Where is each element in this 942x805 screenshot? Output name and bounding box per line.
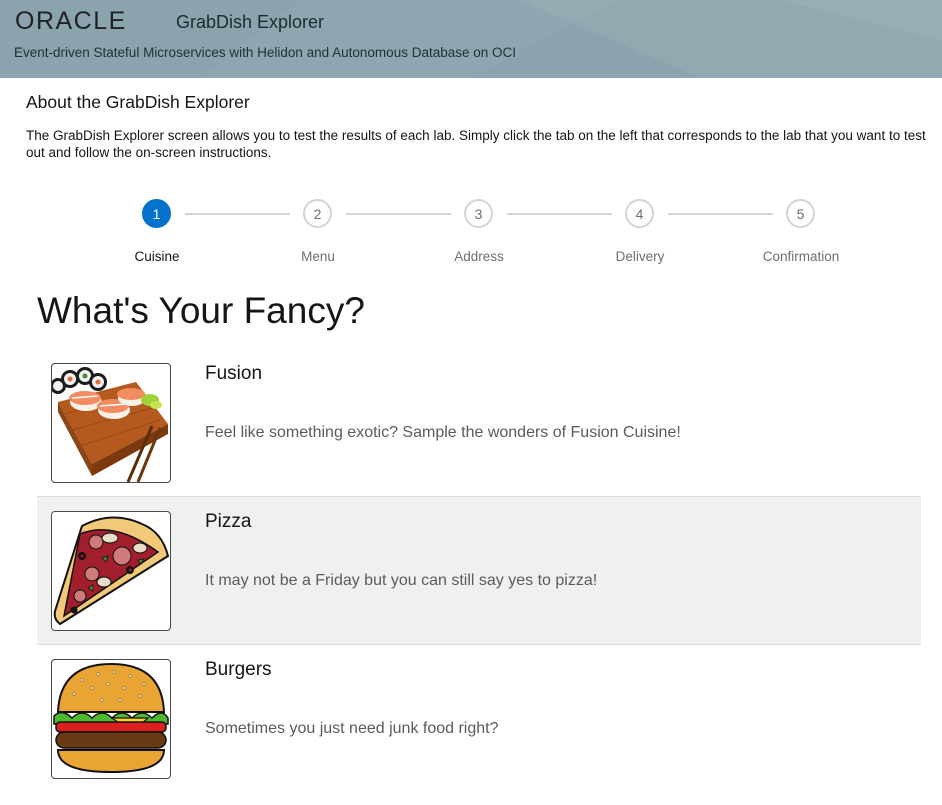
- step-connector: [668, 213, 773, 215]
- header-background-pattern: [200, 0, 942, 78]
- app-subtitle: Event-driven Stateful Microservices with…: [14, 45, 517, 60]
- about-title: About the GrabDish Explorer: [26, 92, 250, 112]
- step-train: 1 2 3 4 5 Cuisine Menu Address Delivery …: [0, 198, 942, 278]
- cuisine-item-pizza[interactable]: Pizza It may not be a Friday but you can…: [37, 497, 921, 645]
- cuisine-item-burgers[interactable]: Burgers Sometimes you just need junk foo…: [37, 645, 921, 793]
- about-text: The GrabDish Explorer screen allows you …: [26, 128, 926, 160]
- step-1-circle[interactable]: 1: [142, 199, 171, 228]
- app-title: GrabDish Explorer: [176, 12, 325, 32]
- cuisine-item-fusion[interactable]: Fusion Feel like something exotic? Sampl…: [37, 349, 921, 497]
- pizza-slice-image: [51, 511, 171, 631]
- step-4-label[interactable]: Delivery: [580, 249, 700, 264]
- page-heading: What's Your Fancy?: [37, 290, 365, 331]
- step-connector: [346, 213, 451, 215]
- step-5-circle[interactable]: 5: [786, 199, 815, 228]
- cuisine-description: Feel like something exotic? Sample the w…: [205, 424, 681, 441]
- cuisine-description: Sometimes you just need junk food right?: [205, 720, 499, 737]
- step-connector: [507, 213, 612, 215]
- step-2-circle[interactable]: 2: [303, 199, 332, 228]
- step-connector: [185, 213, 290, 215]
- step-3-circle[interactable]: 3: [464, 199, 493, 228]
- burger-image: [51, 659, 171, 779]
- step-5-label[interactable]: Confirmation: [741, 249, 861, 264]
- step-2-label[interactable]: Menu: [258, 249, 378, 264]
- step-4-circle[interactable]: 4: [625, 199, 654, 228]
- cuisine-title: Pizza: [205, 511, 252, 532]
- cuisine-title: Fusion: [205, 363, 263, 384]
- step-3-label[interactable]: Address: [419, 249, 539, 264]
- cuisine-description: It may not be a Friday but you can still…: [205, 572, 598, 589]
- cuisine-title: Burgers: [205, 659, 272, 680]
- step-1-label[interactable]: Cuisine: [97, 249, 217, 264]
- app-header: ORACLE GrabDish Explorer Event-driven St…: [0, 0, 942, 78]
- sushi-platter-image: [51, 363, 171, 483]
- oracle-logo[interactable]: ORACLE: [15, 7, 127, 36]
